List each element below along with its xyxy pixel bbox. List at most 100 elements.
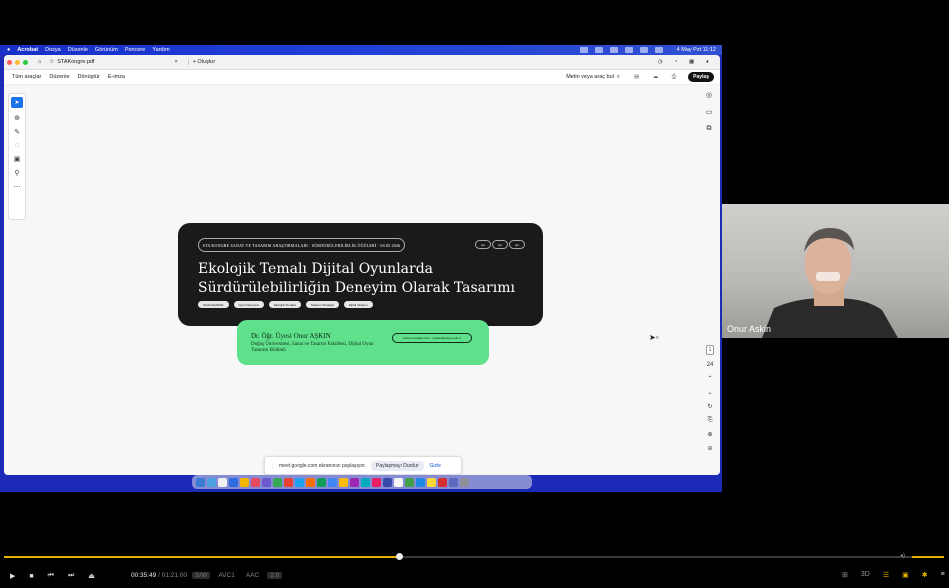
stamp-tool-icon[interactable]: ⚲ [14, 169, 19, 177]
select-tool-icon[interactable]: ➤ [11, 97, 23, 108]
toolbar-edit[interactable]: Düzenle [49, 74, 69, 80]
app-icon[interactable] [273, 477, 282, 487]
apple-icon[interactable]: ● [7, 47, 10, 53]
hide-button[interactable]: Gizle [430, 463, 441, 469]
meet-share-bar: ⋮ meet.google.com ekranınızı paylaşıyor.… [264, 456, 462, 475]
eject-icon[interactable]: ⏏ [88, 572, 95, 580]
search-icon[interactable] [654, 47, 663, 53]
stop-sharing-button[interactable]: Paylaşmayı Durdur [371, 460, 424, 471]
settings-icon[interactable]: ✱ [922, 571, 928, 579]
tab-document[interactable]: STAKongre.pdf [57, 59, 94, 65]
app-icon[interactable] [383, 477, 392, 487]
refresh-icon[interactable]: ↻ [707, 403, 712, 410]
stop-icon[interactable]: ■ [29, 573, 33, 580]
menu-icon[interactable]: ≡ [941, 571, 945, 579]
app-icon[interactable] [361, 477, 370, 487]
app-icon[interactable] [229, 477, 238, 487]
find-label[interactable]: Metin veya araç bul [566, 74, 614, 80]
app-icon[interactable] [218, 477, 227, 487]
participant-figure [762, 228, 898, 338]
app-icon[interactable] [262, 477, 271, 487]
star-icon[interactable]: ☆ [49, 59, 54, 65]
pages-icon[interactable]: ⧉ [707, 125, 712, 133]
app-icon[interactable] [427, 477, 436, 487]
page-tool-icon[interactable]: ⎘ [708, 417, 713, 424]
app-icon[interactable] [317, 477, 326, 487]
deinterlace-icon[interactable]: ⊞ [842, 571, 848, 579]
toolbar-esign[interactable]: E-imza [108, 74, 125, 80]
zoom-in-icon[interactable]: ⊕ [707, 431, 712, 438]
new-tab-button[interactable]: + Oluştur [187, 59, 215, 65]
menu-item-yardim[interactable]: Yardım [152, 47, 169, 53]
status-icon[interactable] [594, 47, 603, 53]
app-icon[interactable] [328, 477, 337, 487]
page-down-icon[interactable]: ⌄ [707, 389, 712, 396]
next-icon[interactable]: ⏭ [68, 572, 74, 580]
lasso-tool-icon[interactable]: ◌ [15, 142, 19, 149]
app-icon[interactable] [339, 477, 348, 487]
app-icon[interactable] [405, 477, 414, 487]
drag-handle-icon[interactable]: ⋮ [270, 463, 275, 469]
toolbar-icons[interactable]: ▤ ☁ ⎙ [634, 74, 682, 81]
close-window-icon[interactable] [7, 59, 12, 65]
finder-icon[interactable] [196, 477, 205, 487]
menu-item-duzenle[interactable]: Düzenle [68, 47, 88, 53]
pen-tool-icon[interactable]: ✎ [14, 128, 20, 136]
menu-item-dosya[interactable]: Dosya [45, 47, 61, 53]
app-icon[interactable] [449, 477, 458, 487]
zoom-window-icon[interactable] [23, 59, 28, 65]
search-icon[interactable]: ⌕ [617, 74, 620, 81]
app-icon[interactable] [306, 477, 315, 487]
acrobat-toolbar: Tüm araçlar Düzenle Dönüştür E-imza Meti… [4, 70, 720, 85]
text-tool-icon[interactable]: ▣ [14, 155, 21, 163]
tabbar-icons[interactable]: ◷ ◔ ▦ ◕ [658, 59, 714, 65]
app-icon[interactable] [372, 477, 381, 487]
app-icon[interactable] [350, 477, 359, 487]
play-icon[interactable]: ▶ [10, 572, 15, 580]
page-current[interactable]: 1 [705, 345, 715, 355]
equalizer-icon[interactable]: ☰ [883, 571, 889, 579]
home-icon[interactable]: ⌂ [38, 59, 41, 65]
wifi-icon[interactable] [639, 47, 648, 53]
toolbar-all-tools[interactable]: Tüm araçlar [12, 74, 41, 80]
app-icon[interactable] [416, 477, 425, 487]
battery-icon[interactable] [624, 47, 633, 53]
tab-close-icon[interactable]: × [174, 59, 177, 65]
menu-clock[interactable]: 4 May Pzt 11:12 [677, 47, 716, 53]
app-icon[interactable] [251, 477, 260, 487]
app-icon[interactable] [394, 477, 403, 487]
comment-icon[interactable]: ▭ [706, 108, 713, 116]
volume-icon[interactable]: ◂) [900, 552, 905, 559]
ai-assistant-icon[interactable]: ◎ [706, 91, 712, 99]
subtitle-icon[interactable]: ▣ [902, 571, 909, 579]
toolbar-convert[interactable]: Dönüştür [78, 74, 100, 80]
slide-title: Ekolojik Temalı Dijital Oyunlarda Sürdür… [198, 261, 515, 296]
menu-item-gorunum[interactable]: Görünüm [95, 47, 118, 53]
seek-handle[interactable] [395, 553, 403, 560]
trash-icon[interactable] [460, 477, 469, 487]
volume-slider[interactable] [912, 556, 944, 558]
zoom-tool-icon[interactable]: ⊕ [14, 114, 20, 122]
3d-icon[interactable]: 3D [861, 571, 870, 579]
app-icon[interactable] [284, 477, 293, 487]
shared-screen: ● Acrobat Dosya Düzenle Görünüm Pencere … [0, 45, 722, 492]
app-icon[interactable] [295, 477, 304, 487]
chrome-icon[interactable] [240, 477, 249, 487]
more-tools-icon[interactable]: ⋯ [14, 183, 21, 191]
minimize-window-icon[interactable] [15, 59, 20, 65]
app-icon[interactable] [207, 477, 216, 487]
page-up-icon[interactable]: ⌃ [707, 375, 712, 382]
slide-author-card: Dr. Öğr. Üyesi Onur AŞKIN Doğuş Üniversi… [237, 320, 489, 365]
share-button[interactable]: Paylaş [688, 72, 714, 82]
slide-tag: Dijital Tasarım [343, 301, 373, 308]
menu-app[interactable]: Acrobat [17, 47, 38, 53]
previous-icon[interactable]: ⏮ [48, 572, 54, 580]
zoom-out-icon[interactable]: ⊖ [707, 445, 712, 452]
acrobat-icon[interactable] [438, 477, 447, 487]
status-icon[interactable] [579, 47, 588, 53]
format-badge: S/W [192, 572, 211, 579]
status-icon[interactable] [609, 47, 618, 53]
slide-author: Dr. Öğr. Üyesi Onur AŞKIN [251, 332, 331, 340]
slide-small-pill: cpr [492, 240, 508, 249]
menu-item-pencere[interactable]: Pencere [125, 47, 146, 53]
